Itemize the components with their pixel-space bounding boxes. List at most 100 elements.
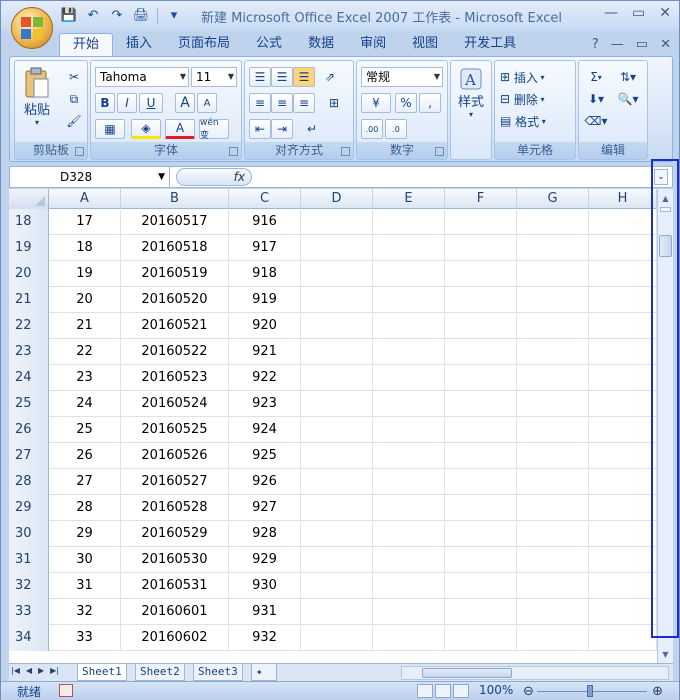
cell-c[interactable]: 931	[229, 599, 301, 625]
cell-d[interactable]	[301, 443, 373, 469]
row-header[interactable]: 26	[9, 417, 49, 443]
cell-g[interactable]	[517, 365, 589, 391]
cell-h[interactable]	[589, 495, 657, 521]
comma-button[interactable]: ,	[419, 93, 441, 113]
cell-e[interactable]	[373, 625, 445, 651]
wrap-text-icon[interactable]: ↵	[297, 119, 327, 139]
cell-e[interactable]	[373, 313, 445, 339]
cell-c[interactable]: 917	[229, 235, 301, 261]
cell-b[interactable]: 20160601	[121, 599, 229, 625]
cell-b[interactable]: 20160521	[121, 313, 229, 339]
undo-icon[interactable]: ↶	[83, 7, 103, 25]
cell-f[interactable]	[445, 443, 517, 469]
increase-indent-icon[interactable]: ⇥	[271, 119, 293, 139]
cell-c[interactable]: 932	[229, 625, 301, 651]
bold-button[interactable]: B	[95, 93, 115, 113]
merge-center-icon[interactable]: ⊞	[319, 93, 349, 113]
number-format-combo[interactable]: 常规 ▼	[361, 67, 443, 87]
cell-c[interactable]: 929	[229, 547, 301, 573]
column-header-a[interactable]: A	[49, 189, 121, 209]
select-all-button[interactable]	[9, 189, 49, 209]
cell-a[interactable]: 18	[49, 235, 121, 261]
cell-g[interactable]	[517, 625, 589, 651]
cell-a[interactable]: 20	[49, 287, 121, 313]
next-sheet-icon[interactable]: ▶	[38, 666, 44, 675]
cell-b[interactable]: 20160524	[121, 391, 229, 417]
cell-d[interactable]	[301, 417, 373, 443]
office-button[interactable]	[11, 7, 53, 49]
cell-c[interactable]: 930	[229, 573, 301, 599]
insert-cells-button[interactable]: ⊞ 插入 ▾	[499, 67, 571, 87]
horizontal-scrollbar[interactable]	[401, 666, 669, 680]
cell-e[interactable]	[373, 339, 445, 365]
cell-e[interactable]	[373, 495, 445, 521]
zoom-out-icon[interactable]: ⊖	[523, 684, 534, 699]
cell-g[interactable]	[517, 547, 589, 573]
split-box[interactable]	[660, 207, 671, 212]
row-header[interactable]: 20	[9, 261, 49, 287]
cell-f[interactable]	[445, 599, 517, 625]
tab-developer[interactable]: 开发工具	[451, 33, 529, 57]
tab-view[interactable]: 视图	[399, 33, 451, 57]
cell-h[interactable]	[589, 209, 657, 235]
cell-d[interactable]	[301, 547, 373, 573]
cell-h[interactable]	[589, 469, 657, 495]
align-bottom-icon[interactable]: ☰	[293, 67, 315, 87]
align-top-icon[interactable]: ☰	[249, 67, 271, 87]
cell-h[interactable]	[589, 261, 657, 287]
cell-c[interactable]: 921	[229, 339, 301, 365]
tab-data[interactable]: 数据	[295, 33, 347, 57]
cell-h[interactable]	[589, 235, 657, 261]
cell-g[interactable]	[517, 261, 589, 287]
cell-d[interactable]	[301, 365, 373, 391]
orientation-icon[interactable]: ⇗	[319, 67, 341, 87]
cell-e[interactable]	[373, 287, 445, 313]
cell-f[interactable]	[445, 209, 517, 235]
row-header[interactable]: 34	[9, 625, 49, 651]
cell-e[interactable]	[373, 365, 445, 391]
customize-qat-icon[interactable]: ▾	[164, 7, 184, 25]
name-box[interactable]: D328 ▼	[10, 167, 170, 187]
row-header[interactable]: 24	[9, 365, 49, 391]
cell-d[interactable]	[301, 625, 373, 651]
cell-a[interactable]: 26	[49, 443, 121, 469]
cell-d[interactable]	[301, 209, 373, 235]
underline-button[interactable]: U	[139, 93, 163, 113]
tab-review[interactable]: 审阅	[347, 33, 399, 57]
align-middle-icon[interactable]: ☰	[271, 67, 293, 87]
cell-h[interactable]	[589, 599, 657, 625]
cell-h[interactable]	[589, 365, 657, 391]
page-break-view-icon[interactable]	[453, 684, 469, 698]
autosum-button[interactable]: Σ ▾	[583, 67, 609, 87]
cell-b[interactable]: 20160530	[121, 547, 229, 573]
column-header-d[interactable]: D	[301, 189, 373, 209]
row-header[interactable]: 33	[9, 599, 49, 625]
cell-f[interactable]	[445, 287, 517, 313]
row-header[interactable]: 18	[9, 209, 49, 235]
cell-d[interactable]	[301, 261, 373, 287]
vertical-scrollbar[interactable]: ▲ ▼	[657, 189, 673, 663]
format-painter-icon[interactable]: 🖌	[65, 111, 83, 131]
restore-workbook-button[interactable]: ▭	[636, 37, 648, 52]
cell-a[interactable]: 17	[49, 209, 121, 235]
row-header[interactable]: 23	[9, 339, 49, 365]
cell-g[interactable]	[517, 599, 589, 625]
cell-d[interactable]	[301, 599, 373, 625]
cell-f[interactable]	[445, 625, 517, 651]
row-header[interactable]: 29	[9, 495, 49, 521]
close-workbook-button[interactable]: ✕	[660, 37, 671, 52]
row-header[interactable]: 30	[9, 521, 49, 547]
cell-h[interactable]	[589, 417, 657, 443]
cell-b[interactable]: 20160522	[121, 339, 229, 365]
cell-f[interactable]	[445, 547, 517, 573]
cell-h[interactable]	[589, 521, 657, 547]
cell-b[interactable]: 20160523	[121, 365, 229, 391]
cell-g[interactable]	[517, 339, 589, 365]
cell-c[interactable]: 924	[229, 417, 301, 443]
cell-h[interactable]	[589, 339, 657, 365]
cell-e[interactable]	[373, 209, 445, 235]
cell-b[interactable]: 20160517	[121, 209, 229, 235]
column-header-b[interactable]: B	[121, 189, 229, 209]
row-header[interactable]: 27	[9, 443, 49, 469]
border-button[interactable]: ▦	[95, 119, 125, 139]
